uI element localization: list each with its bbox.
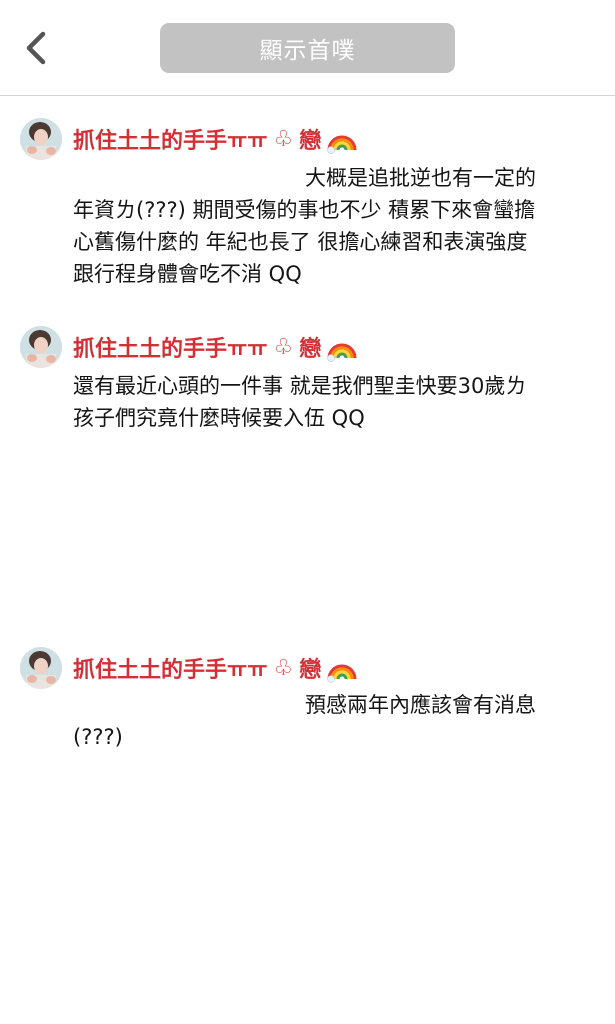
top-bar: 顯示首噗 [0,0,615,96]
club-icon: ♧ [273,655,294,681]
author-name[interactable]: 抓住土土的手手ㅠㅠ [73,652,267,684]
show-first-plurk-button[interactable]: 顯示首噗 [160,23,455,73]
club-icon: ♧ [273,334,294,360]
author-row: 抓住土土的手手ㅠㅠ ♧ 戀 [73,120,357,158]
content-line: 預感兩年內應該會有消息 [305,693,536,717]
rainbow-icon [327,343,357,362]
author-row: 抓住土土的手手ㅠㅠ ♧ 戀 [73,649,357,687]
relationship-label: 戀 [299,337,322,362]
back-button[interactable] [18,28,54,68]
content-line: 大概是追批逆也有一定的 [305,166,536,190]
relationship-label: 戀 [299,129,322,154]
content-line: 心舊傷什麼的 年紀也長了 很擔心練習和表演強度 [73,230,528,254]
chevron-left-icon [26,31,46,65]
rainbow-icon [327,135,357,154]
post-content: 預感兩年內應該會有消息 (???) [73,689,593,753]
author-name[interactable]: 抓住土土的手手ㅠㅠ [73,331,267,363]
content-line: 還有最近心頭的一件事 就是我們聖圭快要30歲ㄌ [73,374,527,398]
relationship-label: 戀 [299,658,322,683]
content-line: 孩子們究竟什麼時候要入伍 QQ [73,406,365,430]
post-content: 還有最近心頭的一件事 就是我們聖圭快要30歲ㄌ 孩子們究竟什麼時候要入伍 QQ [73,370,593,434]
avatar[interactable] [20,118,62,160]
content-line: 跟行程身體會吃不消 QQ [73,262,302,286]
content-line: 年資ㄌ(???) 期間受傷的事也不少 積累下來會蠻擔 [73,198,536,222]
post-content: 大概是追批逆也有一定的 年資ㄌ(???) 期間受傷的事也不少 積累下來會蠻擔 心… [73,162,593,290]
content-line: (???) [73,725,123,749]
author-row: 抓住土土的手手ㅠㅠ ♧ 戀 [73,328,357,366]
avatar[interactable] [20,647,62,689]
avatar[interactable] [20,326,62,368]
club-icon: ♧ [273,126,294,152]
rainbow-icon [327,664,357,683]
author-name[interactable]: 抓住土土的手手ㅠㅠ [73,123,267,155]
